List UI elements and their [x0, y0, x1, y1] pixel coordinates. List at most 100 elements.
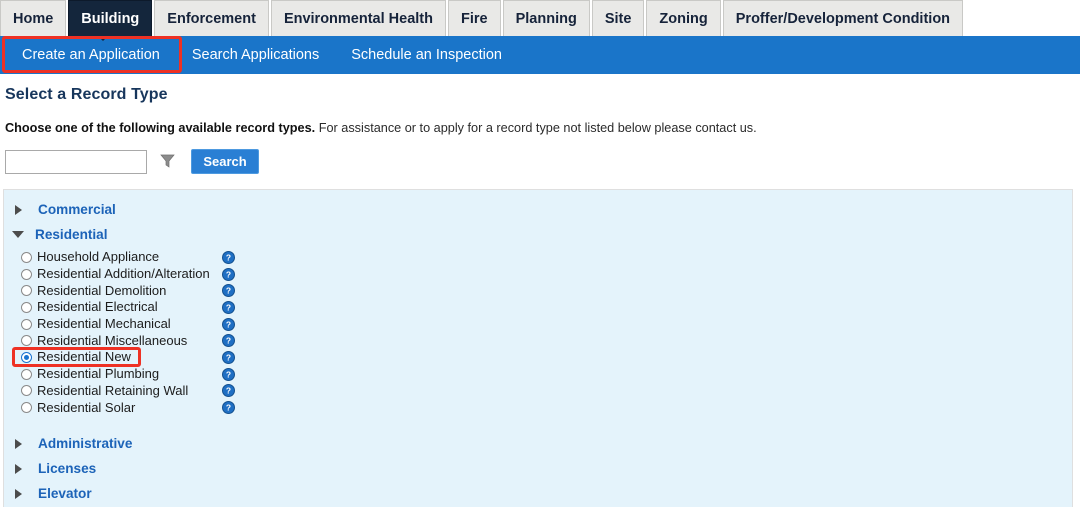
chevron-right-icon[interactable]: [15, 438, 22, 449]
residential-record-type-list: Household Appliance? Residential Addition…: [21, 249, 235, 416]
funnel-icon[interactable]: [156, 150, 178, 174]
tab-planning[interactable]: Planning: [502, 0, 590, 36]
svg-text:?: ?: [226, 303, 231, 313]
help-icon[interactable]: ?: [222, 401, 235, 415]
help-icon[interactable]: ?: [222, 317, 235, 331]
tab-label: Environmental Health: [283, 10, 433, 27]
record-type-row[interactable]: Residential Miscellaneous?: [21, 332, 235, 349]
tab-label: Enforcement: [167, 10, 256, 27]
subnav-item-search-applications[interactable]: Search Applications: [176, 36, 335, 74]
record-type-label: Residential New: [37, 349, 131, 365]
record-type-row[interactable]: Household Appliance?: [21, 249, 235, 266]
chevron-down-icon[interactable]: [12, 231, 24, 238]
instructions-text: Choose one of the following available re…: [5, 121, 757, 135]
svg-text:?: ?: [226, 369, 231, 379]
record-type-label: Residential Miscellaneous: [37, 332, 188, 348]
help-icon[interactable]: ?: [222, 367, 235, 381]
tab-label: Zoning: [659, 10, 708, 27]
tab-label: Home: [13, 10, 54, 27]
subnav-item-label: Search Applications: [191, 47, 320, 63]
search-button-label: Search: [203, 154, 247, 169]
record-type-row[interactable]: Residential Demolition?: [21, 282, 235, 299]
tab-fire[interactable]: Fire: [448, 0, 501, 36]
subnav-item-schedule-an-inspection[interactable]: Schedule an Inspection: [335, 36, 518, 74]
tab-building[interactable]: Building: [68, 0, 153, 36]
main-tab-bar: Home Building Enforcement Environmental Hea…: [0, 0, 1080, 36]
record-group-licenses[interactable]: Licenses: [8, 461, 96, 476]
record-type-label: Residential Solar: [37, 399, 136, 415]
record-type-row[interactable]: Residential New?: [21, 349, 235, 366]
record-type-row[interactable]: Residential Plumbing?: [21, 366, 235, 383]
help-icon[interactable]: ?: [222, 284, 235, 298]
record-type-label: Residential Plumbing: [37, 366, 160, 382]
svg-text:?: ?: [226, 336, 231, 346]
tab-label: Proffer/Development Condition: [735, 10, 951, 27]
record-group-elevator[interactable]: Elevator: [8, 486, 92, 501]
tab-label: Fire: [461, 10, 488, 27]
tab-site[interactable]: Site: [591, 0, 645, 36]
radio-residential-demolition[interactable]: [21, 285, 32, 297]
record-group-label: Residential: [35, 227, 108, 242]
help-icon[interactable]: ?: [222, 300, 235, 314]
help-icon[interactable]: ?: [222, 250, 235, 264]
chevron-right-icon[interactable]: [15, 204, 22, 215]
subnav-item-label: Create an Application: [22, 47, 160, 63]
record-type-label: Household Appliance: [37, 249, 160, 265]
record-type-row[interactable]: Residential Addition/Alteration?: [21, 266, 235, 283]
chevron-right-icon[interactable]: [15, 488, 22, 499]
radio-residential-electrical[interactable]: [21, 301, 32, 313]
instructions-bold: Choose one of the following available re…: [5, 121, 316, 135]
record-type-row[interactable]: Residential Solar?: [21, 399, 235, 416]
tab-label: Site: [604, 10, 632, 27]
active-tab-pointer-icon: [98, 36, 108, 41]
record-group-residential[interactable]: Residential: [8, 227, 108, 242]
record-group-label: Administrative: [38, 436, 133, 451]
radio-residential-miscellaneous[interactable]: [21, 335, 32, 347]
svg-text:?: ?: [226, 386, 231, 396]
radio-residential-solar[interactable]: [21, 402, 32, 414]
search-button[interactable]: Search: [191, 149, 259, 174]
sub-navigation-bar: Create an Application Search Applications…: [0, 36, 1080, 74]
tab-label: Planning: [515, 10, 577, 27]
svg-text:?: ?: [226, 252, 231, 262]
record-type-panel: Commercial Residential Administrative Licen…: [3, 189, 1073, 507]
record-type-row[interactable]: Residential Electrical?: [21, 299, 235, 316]
record-group-label: Licenses: [38, 461, 97, 476]
subnav-item-label: Schedule an Inspection: [351, 47, 502, 63]
svg-text:?: ?: [226, 319, 231, 329]
radio-residential-retaining-wall[interactable]: [21, 385, 32, 397]
svg-text:?: ?: [226, 286, 231, 296]
radio-residential-new[interactable]: [21, 351, 32, 363]
record-group-label: Commercial: [38, 202, 116, 217]
tab-enforcement[interactable]: Enforcement: [154, 0, 269, 36]
record-group-label: Elevator: [38, 486, 92, 501]
record-type-row[interactable]: Residential Retaining Wall?: [21, 382, 235, 400]
record-type-label: Residential Electrical: [37, 299, 158, 315]
tab-label: Building: [81, 10, 140, 27]
help-icon[interactable]: ?: [222, 334, 235, 348]
page-title: Select a Record Type: [5, 86, 168, 103]
subnav-item-create-an-application[interactable]: Create an Application: [6, 36, 176, 74]
help-icon[interactable]: ?: [222, 350, 235, 364]
record-group-administrative[interactable]: Administrative: [8, 436, 132, 451]
help-icon[interactable]: ?: [222, 384, 235, 398]
tab-proffer-development-condition[interactable]: Proffer/Development Condition: [722, 0, 964, 36]
radio-residential-mechanical[interactable]: [21, 318, 32, 330]
radio-residential-plumbing[interactable]: [21, 368, 32, 380]
record-type-row[interactable]: Residential Mechanical?: [21, 316, 235, 333]
tab-home[interactable]: Home: [0, 0, 67, 36]
search-row: Search: [5, 149, 259, 174]
svg-text:?: ?: [226, 353, 231, 363]
tab-zoning[interactable]: Zoning: [646, 0, 721, 36]
record-type-label: Residential Retaining Wall: [37, 382, 189, 398]
radio-residential-addition-alteration[interactable]: [21, 268, 32, 280]
help-icon[interactable]: ?: [222, 267, 235, 281]
tab-environmental-health[interactable]: Environmental Health: [270, 0, 446, 36]
search-input[interactable]: [5, 149, 147, 174]
record-type-label: Residential Mechanical: [37, 316, 171, 332]
record-group-commercial[interactable]: Commercial: [8, 202, 116, 217]
radio-household-appliance[interactable]: [21, 251, 32, 263]
instructions-rest: For assistance or to apply for a record …: [315, 121, 757, 135]
chevron-right-icon[interactable]: [15, 463, 22, 474]
record-type-label: Residential Demolition: [37, 282, 167, 298]
